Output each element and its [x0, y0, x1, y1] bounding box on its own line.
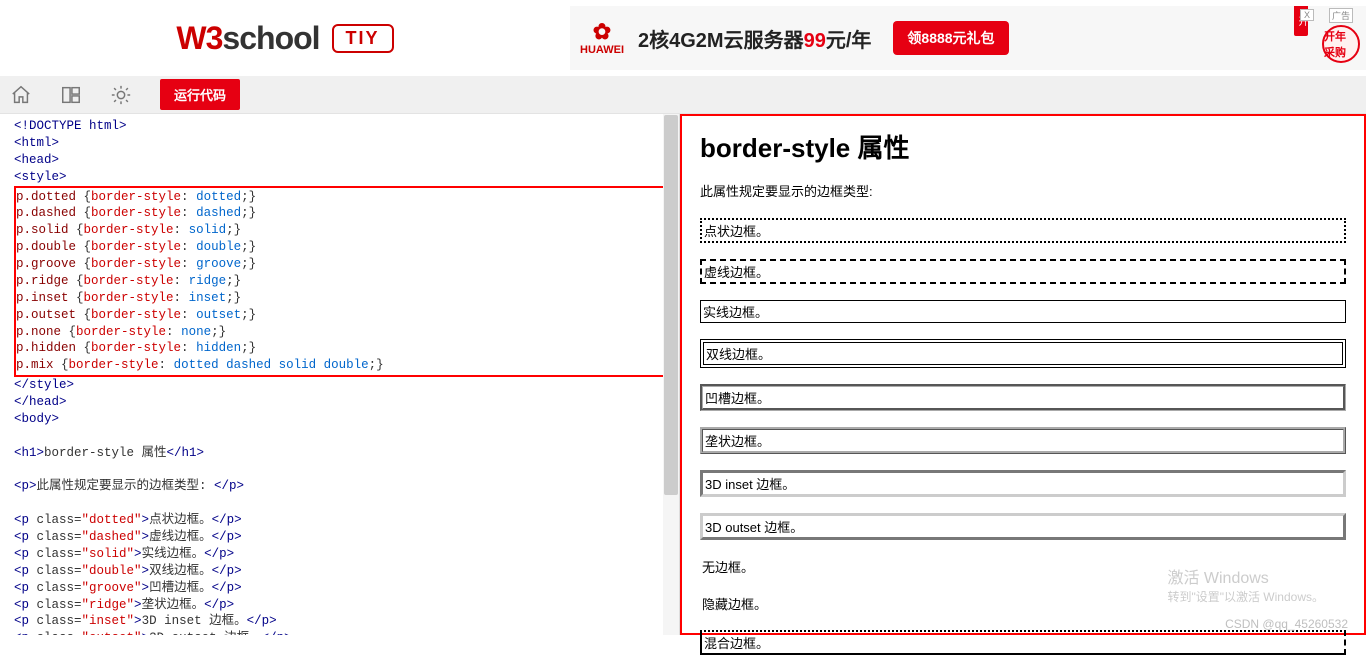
- demo-border-solid: 实线边框。: [700, 300, 1346, 323]
- demo-border-hidden: 隐藏边框。: [700, 593, 1346, 614]
- ad-circle-badge: 开年 采购: [1322, 25, 1360, 63]
- ad-text: 2核4G2M云服务器99元/年: [638, 24, 871, 53]
- huawei-logo: ✿HUAWEI: [580, 20, 624, 56]
- demo-border-none: 无边框。: [700, 556, 1346, 577]
- ad-tag-label: 广告: [1329, 8, 1353, 23]
- demo-border-double: 双线边框。: [700, 339, 1346, 368]
- demo-border-dashed: 虚线边框。: [700, 259, 1346, 284]
- demo-border-groove: 凹槽边框。: [700, 384, 1346, 411]
- logo-w3: W3: [176, 20, 222, 56]
- theme-icon[interactable]: [110, 84, 132, 106]
- csdn-watermark: CSDN @qq_45260532: [1225, 617, 1348, 631]
- ad-cta-button[interactable]: 领8888元礼包: [893, 21, 1008, 55]
- logo-area: W3school TIY: [0, 20, 570, 57]
- demo-border-mix: 混合边框。: [700, 630, 1346, 655]
- run-code-button[interactable]: 运行代码: [160, 79, 240, 110]
- editor-scrollbar[interactable]: [663, 114, 679, 635]
- header: W3school TIY ✿HUAWEI 2核4G2M云服务器99元/年 领88…: [0, 0, 1366, 76]
- ad-close-button[interactable]: X: [1300, 9, 1314, 21]
- site-logo[interactable]: W3school: [176, 20, 319, 57]
- result-pane: border-style 属性 此属性规定要显示的边框类型: 点状边框。虚线边框…: [680, 114, 1366, 635]
- ad-banner[interactable]: ✿HUAWEI 2核4G2M云服务器99元/年 领8888元礼包 开 X 广告 …: [570, 6, 1366, 70]
- toolbar: 运行代码: [0, 76, 1366, 114]
- layout-icon[interactable]: [60, 84, 82, 106]
- main-area: <!DOCTYPE html> <html> <head> <style> p.…: [0, 114, 1366, 635]
- tiy-badge: TIY: [332, 24, 394, 53]
- logo-school: school: [222, 20, 319, 56]
- home-icon[interactable]: [10, 84, 32, 106]
- result-list: 点状边框。虚线边框。实线边框。双线边框。凹槽边框。垄状边框。 3D inset 边…: [700, 218, 1346, 655]
- editor-pane: <!DOCTYPE html> <html> <head> <style> p.…: [0, 114, 680, 635]
- code-editor[interactable]: <!DOCTYPE html> <html> <head> <style> p.…: [0, 114, 679, 635]
- demo-border-outset: 3D outset 边框。: [700, 513, 1346, 540]
- demo-border-ridge: 垄状边框。: [700, 427, 1346, 454]
- result-desc: 此属性规定要显示的边框类型:: [700, 181, 1346, 200]
- demo-border-inset: 3D inset 边框。: [700, 470, 1346, 497]
- result-title: border-style 属性: [700, 128, 1346, 165]
- demo-border-dotted: 点状边框。: [700, 218, 1346, 243]
